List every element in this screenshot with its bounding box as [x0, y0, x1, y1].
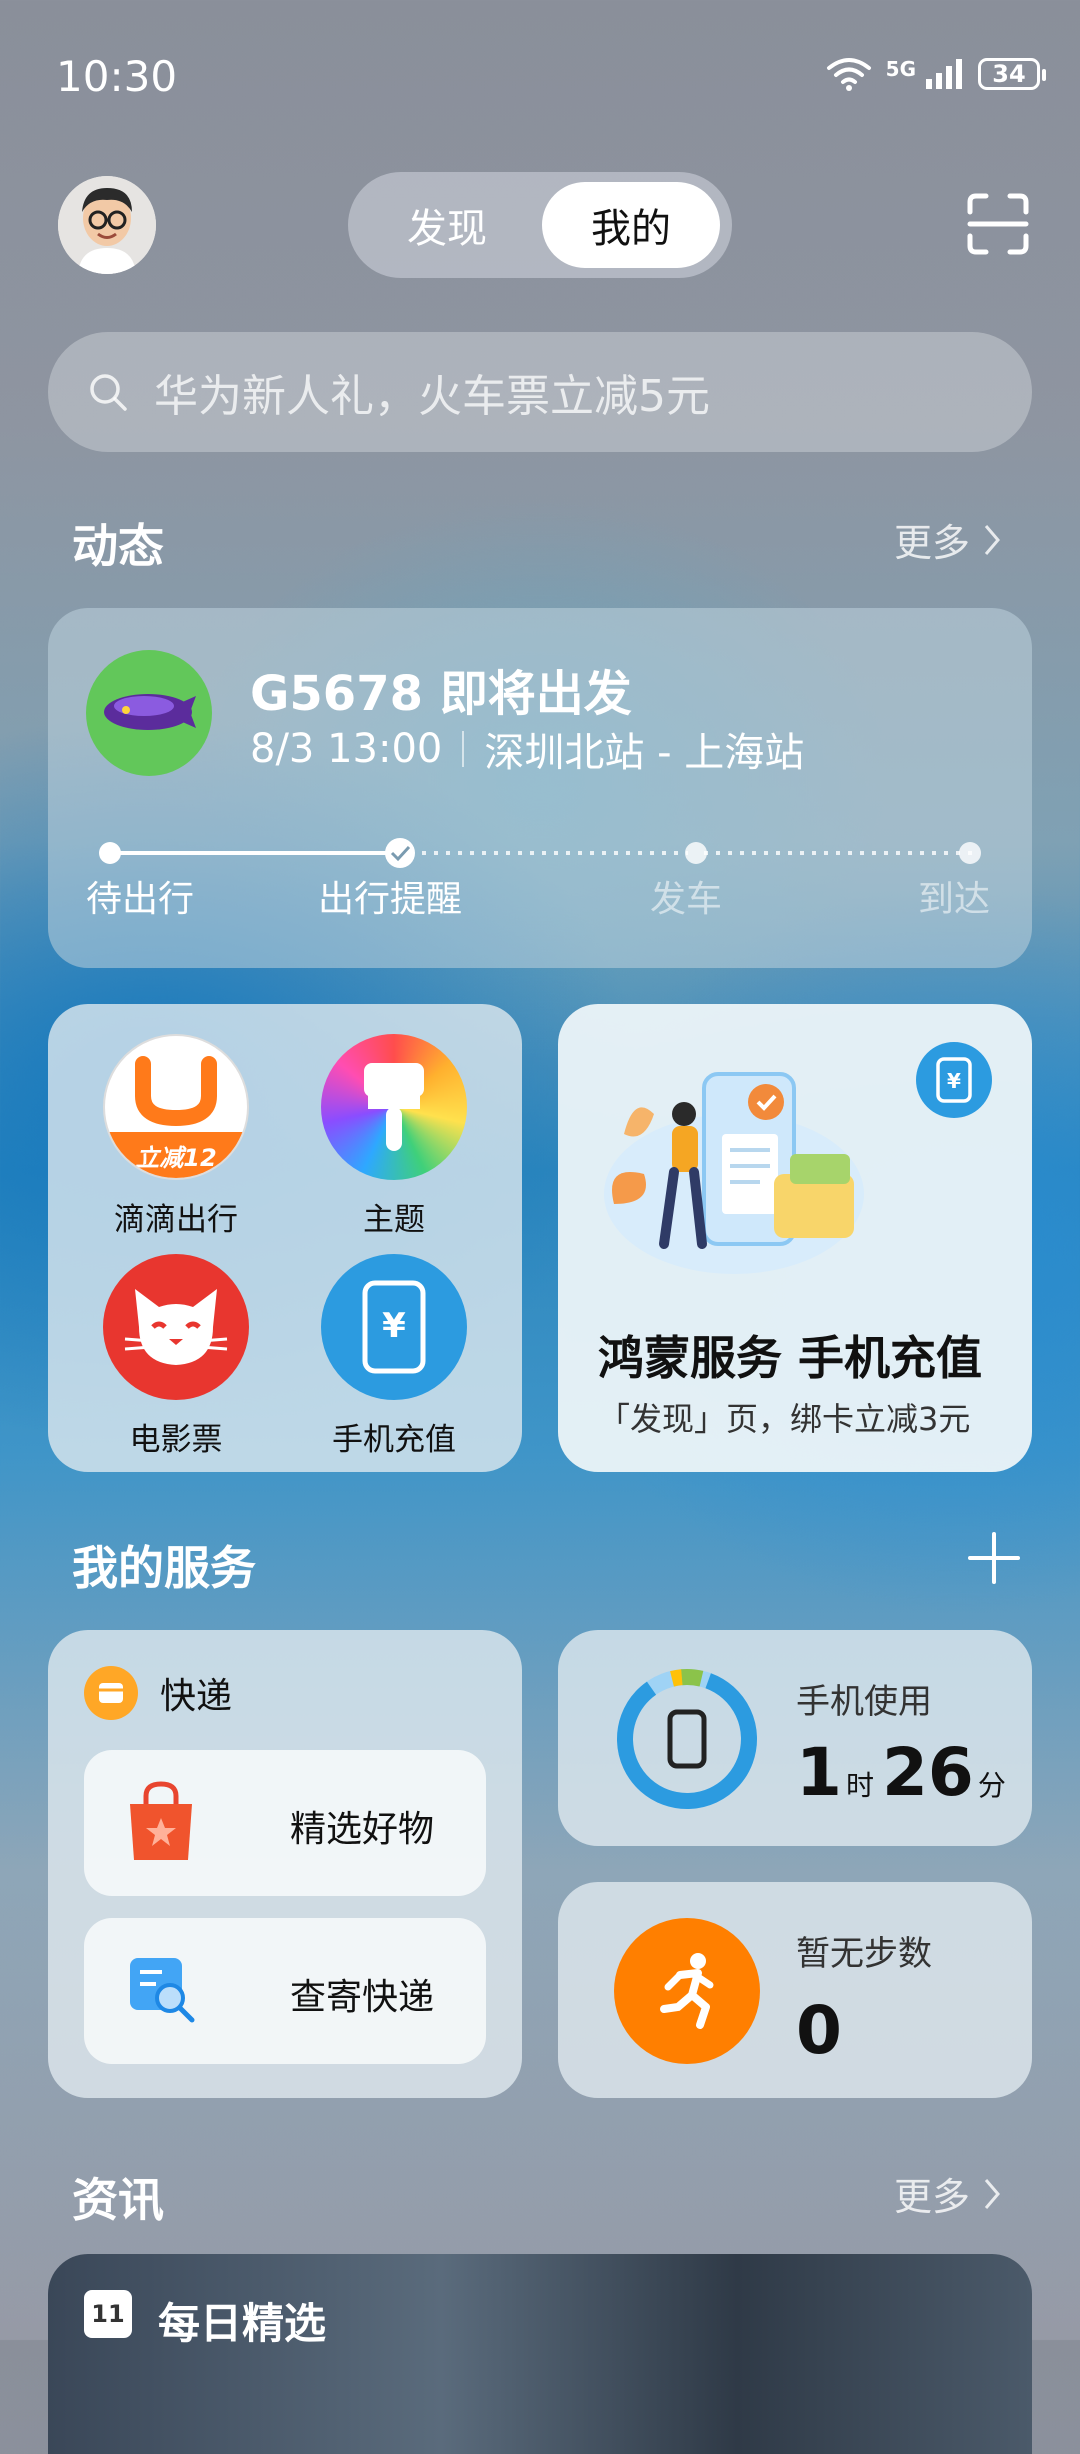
search-icon: [90, 374, 127, 411]
add-icon[interactable]: [966, 1530, 1022, 1586]
trip-title: G5678 即将出发: [250, 666, 632, 722]
section-title-dynamic: 动态: [72, 519, 164, 573]
screen-time-card[interactable]: 手机使用 1 时 26 分: [558, 1630, 1032, 1846]
svg-text:¥: ¥: [947, 1069, 961, 1093]
scan-icon[interactable]: [966, 192, 1030, 256]
shopping-bag-icon: [130, 1781, 192, 1860]
promo-subtitle: 「发现」页，绑卡立减3元: [598, 1400, 971, 1438]
tile-recharge[interactable]: ¥ 手机充值: [294, 1254, 494, 1459]
usage-minutes: 26: [881, 1734, 974, 1811]
trip-card[interactable]: G5678 即将出发 8/3 13:00 深圳北站 - 上海站 待出行 出行提醒…: [48, 608, 1032, 968]
more-label: 更多: [893, 2175, 970, 2219]
track-package-icon: [130, 1958, 195, 2023]
usage-label: 手机使用: [796, 1682, 932, 1722]
status-time: 10:30: [56, 52, 178, 101]
tile-label: 主题: [363, 1202, 425, 1238]
tab-switcher: 发现 我的: [348, 172, 732, 278]
calendar-icon: 11: [84, 2290, 132, 2338]
steps-card[interactable]: 暂无步数 0: [558, 1882, 1032, 2098]
step-label-waiting: 待出行: [86, 879, 195, 920]
avatar[interactable]: [58, 176, 156, 274]
tile-movie[interactable]: 电影票: [76, 1254, 276, 1459]
running-icon: [614, 1918, 760, 2064]
wifi-icon: [826, 58, 871, 91]
express-header[interactable]: 快递: [84, 1666, 232, 1720]
news-card[interactable]: 11 每日精选: [48, 2254, 1032, 2454]
express-title: 快递: [160, 1676, 233, 1717]
divider: [462, 731, 465, 767]
tab-mine[interactable]: 我的: [542, 182, 720, 268]
section-title-news: 资讯: [72, 2173, 164, 2227]
trip-datetime: 8/3 13:00: [250, 726, 443, 772]
usage-ring-icon: [617, 1669, 757, 1809]
promo-title: 鸿蒙服务 手机充值: [598, 1331, 983, 1385]
news-card-title: 每日精选: [158, 2299, 327, 2348]
steps-label: 暂无步数: [796, 1934, 932, 1974]
trip-progress: [99, 838, 981, 868]
battery-indicator: 34: [978, 58, 1046, 90]
didi-badge: 立减12: [135, 1144, 217, 1172]
tile-theme[interactable]: 主题: [294, 1034, 494, 1239]
train-logo-icon: [86, 650, 212, 776]
dynamic-more-link[interactable]: 更多: [894, 512, 1002, 567]
usage-value: 1 时 26 分: [796, 1734, 1006, 1811]
tile-label: 电影票: [129, 1422, 223, 1458]
yuan-icon: ¥: [916, 1042, 992, 1118]
didi-icon: 立减12: [103, 1034, 249, 1180]
avatar-image: [58, 176, 156, 274]
calendar-day: 11: [91, 2300, 125, 2328]
status-icons: 5G 34: [826, 56, 1046, 92]
step-label-reminder: 出行提醒: [318, 879, 463, 920]
package-icon: [84, 1666, 138, 1720]
usage-minutes-unit: 分: [977, 1769, 1006, 1802]
express-item-label: 查寄快递: [290, 1977, 435, 2018]
chevron-right-icon: [984, 524, 1000, 555]
express-card: 快递 精选好物 查寄快递: [48, 1630, 522, 2098]
phone-recharge-icon: ¥: [321, 1254, 467, 1400]
express-item-track[interactable]: 查寄快递: [84, 1918, 486, 2064]
news-more-link[interactable]: 更多: [894, 2166, 1002, 2221]
movie-cat-icon: [103, 1254, 249, 1400]
chevron-right-icon: [984, 2178, 1000, 2209]
network-label: 5G: [885, 57, 916, 81]
signal-icon: [926, 59, 962, 89]
trip-route: 深圳北站 - 上海站: [484, 730, 805, 776]
svg-text:¥: ¥: [382, 1306, 406, 1346]
usage-hours: 1: [796, 1734, 842, 1811]
search-placeholder: 华为新人礼，火车票立减5元: [154, 371, 710, 422]
usage-hours-unit: 时: [845, 1769, 874, 1802]
more-label: 更多: [893, 521, 970, 565]
theme-brush-icon: [321, 1034, 467, 1180]
step-label-depart: 发车: [650, 879, 723, 920]
promo-card[interactable]: ¥ 鸿蒙服务 手机充值 「发现」页，绑卡立减3元: [558, 1004, 1032, 1472]
tile-label: 滴滴出行: [114, 1202, 238, 1238]
section-title-services: 我的服务: [72, 1541, 256, 1595]
promo-illustration: [604, 1072, 864, 1274]
trip-subtitle: 8/3 13:00 深圳北站 - 上海站: [250, 720, 804, 778]
express-item-goods[interactable]: 精选好物: [84, 1750, 486, 1896]
search-bar[interactable]: 华为新人礼，火车票立减5元: [48, 332, 1032, 452]
tile-label: 手机充值: [332, 1422, 456, 1458]
quick-apps-card: 立减12 滴滴出行 主题 电影票 ¥ 手机充值: [48, 1004, 522, 1472]
step-label-arrive: 到达: [918, 879, 991, 920]
tab-discover[interactable]: 发现: [358, 182, 536, 268]
steps-value: 0: [796, 1992, 842, 2069]
express-item-label: 精选好物: [290, 1809, 435, 1850]
tile-didi[interactable]: 立减12 滴滴出行: [76, 1034, 276, 1239]
